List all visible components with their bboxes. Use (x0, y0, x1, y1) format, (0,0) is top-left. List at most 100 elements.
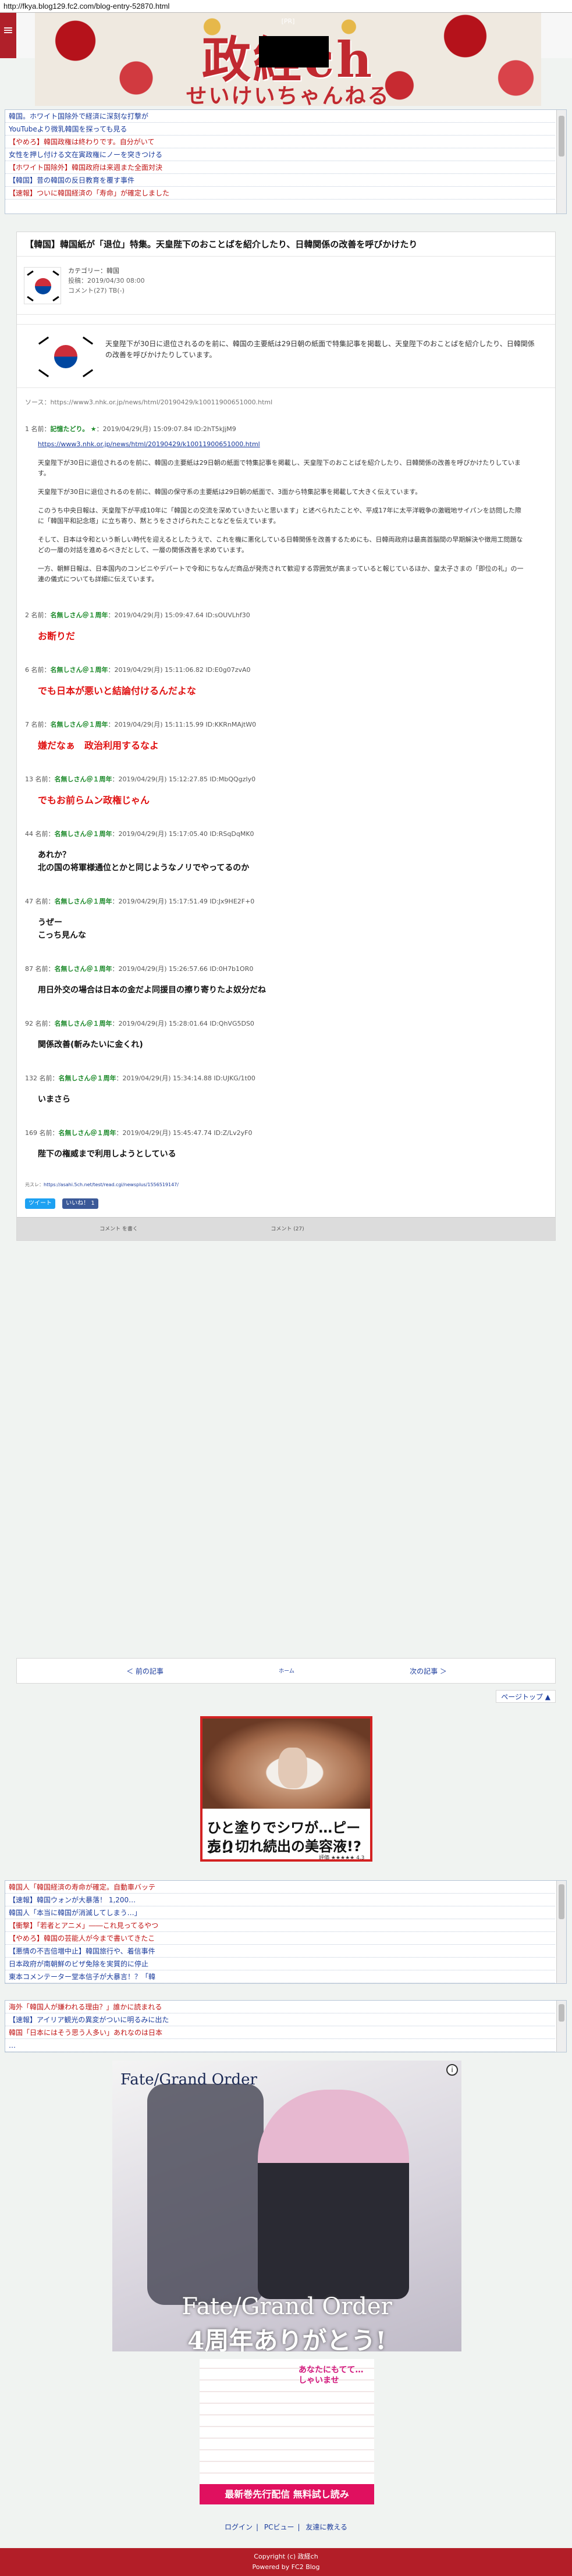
ad-manga[interactable]: あなたにもてて…しゃいませ 最新巻先行配信 無料試し読み (200, 2359, 374, 2504)
nhk-link[interactable]: https://www3.nhk.or.jp/news/html/2019042… (38, 440, 260, 448)
res-name: 名無しさん＠１周年 (54, 965, 112, 973)
article-title[interactable]: 【韓国】韓国紙が「退位」特集。天皇陛下のおことばを紹介したり、日韓関係の改善を呼… (17, 232, 555, 257)
scrollbar[interactable] (556, 2001, 566, 2052)
feed-item[interactable]: 【速報】韓国ウォンが大暴落！ 1,200… (5, 1894, 555, 1906)
comment-count[interactable]: コメント(27) TB(-) (68, 286, 145, 296)
res-meta: ：2019/04/29(月) 15:11:06.82 ID:E0g07zvA0 (108, 666, 251, 674)
response: 13 名前：名無しさん＠１周年：2019/04/29(月) 15:12:27.8… (17, 774, 555, 807)
feed-item[interactable]: 女性を押し付ける文在寅政権にノーを突きつける (5, 148, 555, 161)
response-header: 2 名前：名無しさん＠１周年：2019/04/29(月) 15:09:47.64… (25, 610, 547, 620)
pc-view-link[interactable]: PCビュー (264, 2523, 294, 2531)
like-button[interactable]: いいね！ 1 (62, 1198, 98, 1209)
res-meta: ：2019/04/29(月) 15:26:57.66 ID:0H7b1OR0 (112, 965, 254, 973)
site-footer: Copyright (c) 政経ch Powered by FC2 Blog (0, 2548, 572, 2576)
korea-flag-large-icon (33, 330, 98, 383)
ad-line2: 売り切れ続出の美容液!? (207, 1838, 361, 1855)
res-meta: ：2019/04/29(月) 15:11:15.99 ID:KKRnMAjtW0 (108, 721, 257, 728)
response: 47 名前：名無しさん＠１周年：2019/04/29(月) 15:17:51.4… (17, 896, 555, 942)
tweet-button[interactable]: ツイート (25, 1198, 55, 1209)
feed-item[interactable]: 韓国「日本にはそう思う人多い」あれなのは日本 (5, 2026, 555, 2039)
prev-article-link[interactable]: ＜ 前の記事 (17, 1659, 273, 1684)
ad-cosmetic[interactable]: ひと塗りでシワが…ピーン!! 売り切れ続出の美容液!? 評価 ★★★★★ 4.3 (200, 1716, 372, 1862)
site-header: ≡ 政経ch [PR] せいけいちゃんねる (0, 13, 572, 106)
feed-item[interactable]: 東本コメンテーター堂本信子が大暴言！？「韓 (5, 1970, 555, 1983)
res-meta: ：2019/04/29(月) 15:45:47.74 ID:Z/Lv2yF0 (116, 1129, 253, 1137)
response: 2 名前：名無しさん＠１周年：2019/04/29(月) 15:09:47.64… (17, 610, 555, 643)
ad-character-shape (258, 2090, 409, 2299)
ad-logo: Fate/Grand Order (120, 2071, 257, 2088)
feed-item[interactable]: 韓国。ホワイト国除外で経済に深刻な打撃が (5, 110, 555, 123)
ad-caption2: 4周年ありがとう! (187, 2326, 386, 2351)
response-body: いまさら (38, 1095, 70, 1104)
scrollbar[interactable] (556, 1881, 566, 1983)
feed-item[interactable]: 海外「韓国人が嫌われる理由？」誰かに読まれる (5, 2001, 555, 2013)
feed-item[interactable]: 【やめろ】韓国の芸能人が今まで書いてきたこ (5, 1932, 555, 1945)
article-nav: ＜ 前の記事 ホーム 次の記事 ＞ (16, 1658, 556, 1684)
lead-block: 天皇陛下が30日に退位されるのを前に、韓国の主要紙は29日朝の紙面で特集記事を掲… (17, 324, 555, 388)
res-meta: ：2019/04/29(月) 15:17:51.49 ID:Jx9HE2F+0 (112, 898, 255, 905)
feed-item[interactable]: 【やめろ】韓国政権は終わりです。自分がいて (5, 136, 555, 148)
page-top-button[interactable]: ページトップ ▲ (496, 1690, 556, 1703)
scrollbar[interactable] (556, 110, 566, 214)
quote-paragraph: 一方、朝鮮日報は、日本国内のコンビニやデパートで令和にちなんだ商品が発売されて歓… (38, 565, 524, 583)
info-icon[interactable]: i (446, 2064, 458, 2076)
response-body: 陛下の権威まで利用しようとしている (38, 1150, 176, 1159)
res-number: 132 名前： (25, 1074, 59, 1082)
res-number: 47 名前： (25, 898, 55, 905)
category[interactable]: カテゴリー：韓国 (68, 266, 145, 276)
feed-top-box[interactable]: 韓国。ホワイト国除外で経済に深刻な打撃が YouTubeより微乳韓国を探っても見る… (5, 109, 567, 214)
response-body: お断りだ (38, 631, 76, 642)
source-line[interactable]: ソース：https://www3.nhk.or.jp/news/html/201… (17, 388, 555, 407)
ad-fgo[interactable]: Fate/Grand Order i Fate/Grand Order 4周年あ… (112, 2061, 461, 2351)
comment-write-button[interactable]: コメント を書く (34, 1221, 203, 1237)
feed-bottom-box[interactable]: 海外「韓国人が嫌われる理由？」誰かに読まれる 【速報】アイリア観光の異変がついに明… (5, 2000, 567, 2052)
res-name: 名無しさん＠１周年 (54, 775, 112, 783)
pr-label: [PR] (281, 17, 295, 25)
site-banner[interactable]: 政経ch [PR] せいけいちゃんねる (35, 13, 541, 106)
feed-item[interactable]: 日本政府が南朝鮮のビザ免除を実質的に停止 (5, 1958, 555, 1970)
source-thread-link[interactable]: https://asahi.5ch.net/test/read.cgi/news… (44, 1182, 179, 1187)
feed-item[interactable]: 【速報】アイリア観光の異変がついに明るみに出た (5, 2013, 555, 2026)
feed-item[interactable]: 韓国人「韓国経済の寿命が確定。自動車バッテ (5, 1881, 555, 1894)
response: 44 名前：名無しさん＠１周年：2019/04/29(月) 15:17:05.4… (17, 829, 555, 874)
feed-item[interactable]: 【速報】ついに韓国経済の「寿命」が確定しました (5, 187, 555, 200)
feed-item[interactable]: 【衝撃】「若者とアニメ」――これ見ってるやつ (5, 1919, 555, 1932)
tell-friend-link[interactable]: 友達に教える (305, 2523, 347, 2531)
hamburger-icon[interactable]: ≡ (0, 13, 16, 58)
response-header: 13 名前：名無しさん＠１周年：2019/04/29(月) 15:12:27.8… (25, 774, 547, 784)
quote-paragraph: 天皇陛下が30日に退位されるのを前に、韓国の保守系の主要紙は29日朝の紙面で、3… (38, 488, 422, 496)
feed-item[interactable]: 韓国人「本当に韓国が消滅してしまう…」 (5, 1906, 555, 1919)
res-number: 7 名前： (25, 721, 51, 728)
response-body: でも日本が悪いと結論付けるんだよな (38, 685, 197, 696)
next-article-link[interactable]: 次の記事 ＞ (300, 1659, 556, 1684)
feed-mid-box[interactable]: 韓国人「韓国経済の寿命が確定。自動車バッテ 【速報】韓国ウォンが大暴落！ 1,20… (5, 1880, 567, 1984)
response-header: 169 名前：名無しさん＠１周年：2019/04/29(月) 15:45:47.… (25, 1128, 547, 1137)
quote-paragraph: このうち中央日報は、天皇陛下が平成10年に「韓国との交流を深めていきたいと思いま… (38, 507, 521, 525)
home-link[interactable]: ホーム (273, 1659, 300, 1684)
response-header: 7 名前：名無しさん＠１周年：2019/04/29(月) 15:11:15.99… (25, 720, 547, 729)
res-name: 名無しさん＠１周年 (50, 666, 108, 674)
powered-by[interactable]: Powered by FC2 Blog (0, 2562, 572, 2573)
response-header: 87 名前：名無しさん＠１周年：2019/04/29(月) 15:26:57.6… (25, 964, 547, 973)
res-meta: ：2019/04/29(月) 15:34:14.88 ID:UJKG/1t00 (116, 1074, 255, 1082)
star-icon: ★ (88, 425, 97, 433)
copyright: Copyright (c) 政経ch (254, 2553, 318, 2560)
source-thread-label: 元スレ： (25, 1182, 44, 1187)
feed-item[interactable]: 【ホワイト国除外】韓国政府は来週また全面対決 (5, 161, 555, 174)
response-header: 132 名前：名無しさん＠１周年：2019/04/29(月) 15:34:14.… (25, 1073, 547, 1083)
feed-item[interactable]: YouTubeより微乳韓国を探っても見る (5, 123, 555, 136)
response: 132 名前：名無しさん＠１周年：2019/04/29(月) 15:34:14.… (17, 1073, 555, 1106)
posted-date: 投稿：2019/04/30 08:00 (68, 277, 145, 284)
feed-item[interactable]: 【韓国】昔の韓国の反日教育を覆す事件 (5, 174, 555, 187)
ad-rating: 評価 ★★★★★ 4.3 (319, 1855, 365, 1861)
res-name: 名無しさん＠１周年 (58, 1129, 116, 1137)
tools-empty-slot (372, 1221, 541, 1237)
login-link[interactable]: ログイン (225, 2523, 253, 2531)
comment-read-button[interactable]: コメント (27) (203, 1221, 372, 1237)
res-number: 2 名前： (25, 611, 51, 619)
feed-item[interactable]: … (5, 2039, 555, 2052)
comment-tools: コメント を書く コメント (27) (17, 1217, 555, 1240)
feed-item[interactable]: 【悪情の不吉倍増中止】韓国旅行や、着信事件 (5, 1945, 555, 1958)
article-header: カテゴリー：韓国 投稿：2019/04/30 08:00 コメント(27) TB… (17, 257, 555, 315)
address-bar[interactable]: http://fkya.blog129.fc2.com/blog-entry-5… (0, 0, 572, 13)
